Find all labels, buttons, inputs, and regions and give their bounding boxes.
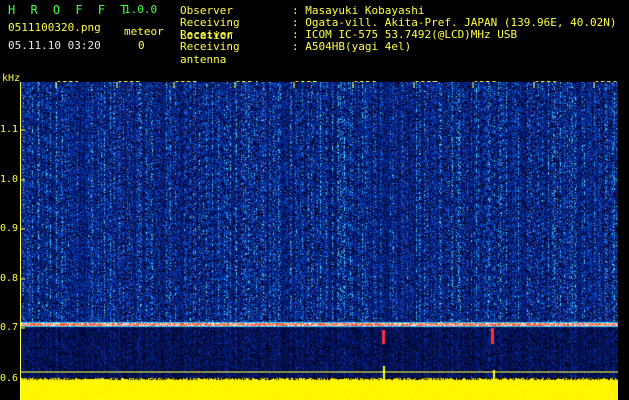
antenna-key: Receiving antenna [180,40,240,66]
antenna-value: : A504HB(yagi 4el) [292,40,412,53]
y-tick-label: 1.1 [0,124,19,135]
plot-frame [20,82,618,400]
y-tick-label: 0.6 [0,373,19,384]
y-axis-unit: kHz [2,73,21,84]
meteor-label: meteor [124,25,164,38]
y-tick-label: 1.0 [0,174,19,185]
app-title: H R O F F T [8,3,132,17]
meteor-count: 0 [138,39,145,52]
y-tick-label: 0.8 [0,273,19,284]
date-time: 05.11.10 03:20 [8,39,101,52]
file-name: 0511100320.png [8,21,101,34]
y-tick-label: 0.7 [0,322,19,333]
y-tick-label: 0.9 [0,223,19,234]
app-version: 1.0.0 [124,3,158,16]
